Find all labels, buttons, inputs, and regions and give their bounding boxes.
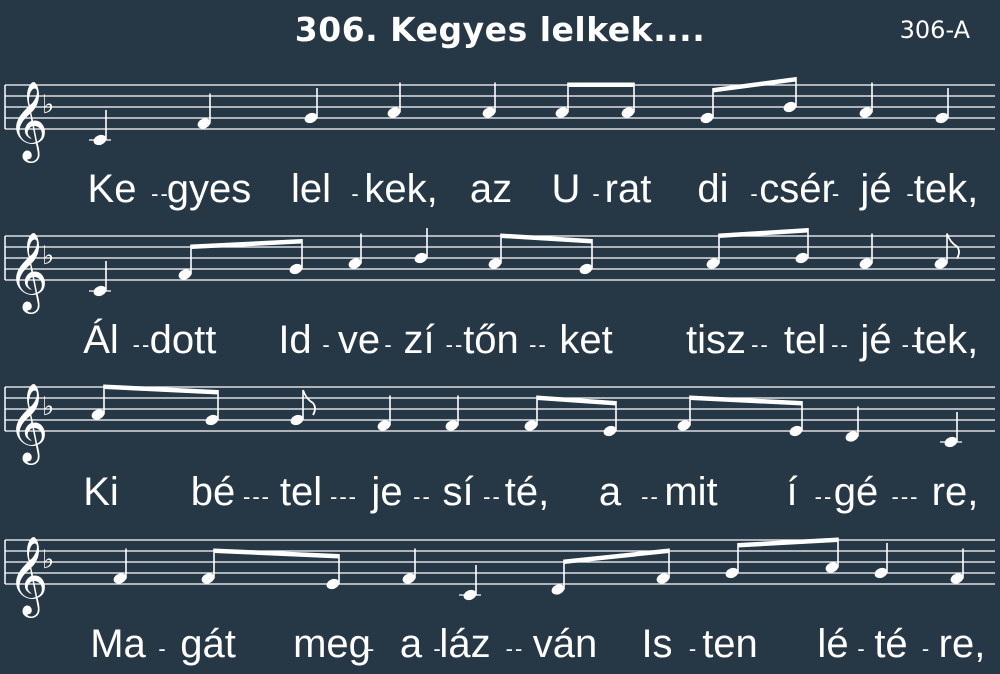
beam <box>501 233 592 244</box>
lyric-hyphen: -- <box>505 636 525 661</box>
lyric-syllable: Id <box>278 318 312 362</box>
lyric-hyphen: -- <box>641 484 660 509</box>
lyric-syllable: zí <box>403 318 435 362</box>
lyric-syllable: re, <box>938 622 986 666</box>
lyric-syllable: jé <box>860 318 892 362</box>
lyric-hyphen: --- <box>330 484 358 509</box>
lyric-syllable: Is <box>641 622 673 666</box>
lyric-syllable: láz <box>439 622 491 666</box>
lyric-syllable: bé <box>190 470 236 514</box>
key-flat-icon: ♭ <box>42 392 54 422</box>
lyric-syllable: ve <box>337 318 381 362</box>
lyric-hyphen: -- <box>132 332 152 357</box>
lyric-syllable: dott <box>149 318 217 362</box>
lyric-hyphen: - <box>592 181 602 206</box>
lyric-syllable: jé <box>860 167 892 211</box>
lyric-syllable: Ma <box>90 622 146 666</box>
lyric-syllable: lel <box>290 167 332 211</box>
note-flag <box>302 389 316 416</box>
beam <box>568 82 634 87</box>
lyric-syllable: re, <box>931 470 979 514</box>
lyric-syllable: U <box>551 167 581 211</box>
page-title: 306. Kegyes lelkek.... <box>294 10 706 49</box>
lyric-syllable: az <box>469 167 513 211</box>
lyric-syllable: gé <box>833 470 879 514</box>
lyric-syllable: a <box>598 470 622 514</box>
beam <box>214 548 339 559</box>
lyric-syllable: tel <box>279 470 323 514</box>
beam <box>690 395 802 406</box>
lyric-hyphen: -- <box>413 484 432 509</box>
lyric-hyphen: - <box>831 181 842 206</box>
lyric-syllable: Ál <box>83 318 119 362</box>
beam <box>104 384 218 395</box>
lyric-hyphen: - <box>322 332 332 357</box>
lyric-hyphen: --- <box>891 484 920 509</box>
lyric-hyphen: - <box>351 181 361 206</box>
lyric-syllable: tisz <box>686 318 746 362</box>
lyric-hyphen: -- <box>814 484 834 509</box>
lyric-hyphen: -- <box>751 332 770 357</box>
lyric-syllable: tel <box>783 318 827 362</box>
lyric-hyphen: - <box>921 636 932 661</box>
lyric-hyphen: - <box>688 636 699 661</box>
key-flat-icon: ♭ <box>42 545 54 575</box>
lyric-syllable: sí <box>442 470 474 514</box>
note-flag <box>946 233 960 259</box>
lyric-hyphen: -- <box>529 332 548 357</box>
lyric-syllable: ket <box>559 318 613 362</box>
lyric-syllable: rat <box>604 167 652 211</box>
lyric-hyphen: - <box>857 636 867 661</box>
lyric-hyphen: - <box>158 636 168 661</box>
lyric-syllable: Ke <box>87 167 137 211</box>
lyric-syllable: í <box>786 470 798 514</box>
lyric-syllable: je <box>371 470 403 514</box>
staff-system-2: 𝄞♭ <box>4 228 995 314</box>
lyric-hyphen: --- <box>243 484 271 509</box>
lyric-syllable: di <box>697 167 729 211</box>
lyric-hyphen: - <box>366 636 377 661</box>
key-flat-icon: ♭ <box>42 241 54 271</box>
lyric-syllable: gyes <box>166 167 252 211</box>
lyric-hyphen: - <box>384 332 394 357</box>
lyric-syllable: té, <box>504 470 550 514</box>
lyric-syllable: csér <box>759 167 835 211</box>
lyric-hyphen: -- <box>445 332 465 357</box>
staff-system-4: 𝄞♭ <box>4 536 995 618</box>
lyric-syllable: Ki <box>83 470 119 514</box>
key-flat-icon: ♭ <box>42 90 54 120</box>
lyric-syllable: meg <box>293 622 371 666</box>
lyric-syllable: tek, <box>913 318 979 362</box>
beam <box>537 395 616 406</box>
lyric-syllable: ván <box>532 622 598 666</box>
lyric-syllable: tek, <box>913 167 979 211</box>
staff-system-1: 𝄞♭ <box>4 77 995 163</box>
lyric-syllable: té <box>874 622 908 666</box>
lyric-syllable: lé <box>817 622 849 666</box>
lyric-syllable: mit <box>664 470 718 514</box>
lyric-hyphen: -- <box>831 332 850 357</box>
lyric-syllable: tőn <box>463 318 519 362</box>
beam <box>738 537 838 548</box>
staff-system-3: 𝄞♭ <box>4 383 995 465</box>
hymn-code: 306-A <box>899 16 970 44</box>
lyric-hyphen: -- <box>483 484 502 509</box>
lyric-syllable: gát <box>180 622 236 666</box>
lyric-syllable: a <box>399 622 423 666</box>
lyric-syllable: ten <box>702 622 758 666</box>
lyric-syllable: kek, <box>364 167 438 211</box>
